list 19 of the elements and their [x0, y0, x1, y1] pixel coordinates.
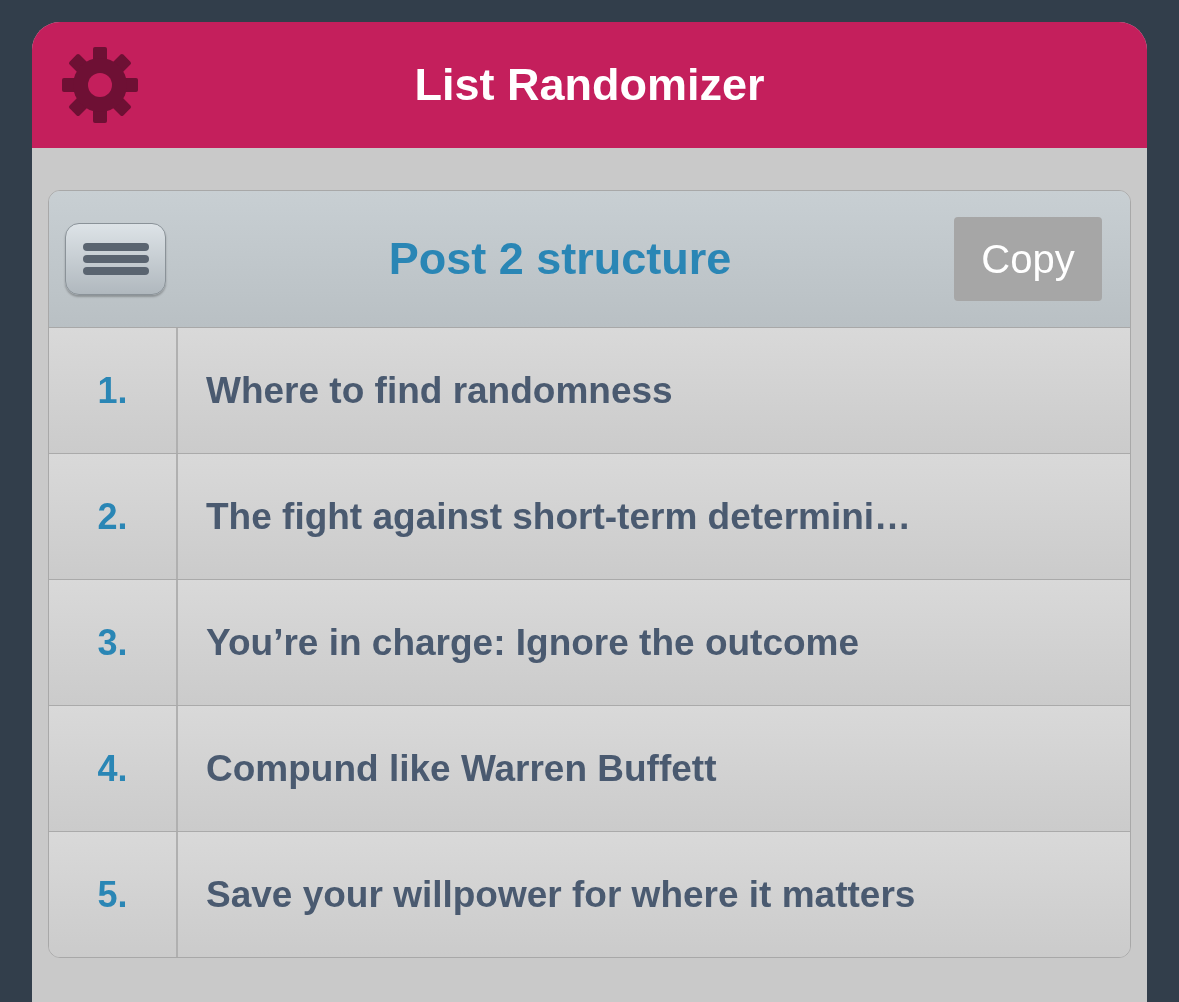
item-text: The fight against short-term determini… — [206, 495, 912, 538]
item-number: 2. — [97, 495, 128, 538]
item-number: 5. — [97, 873, 128, 916]
menu-button[interactable] — [65, 223, 166, 295]
list-title: Post 2 structure — [387, 233, 733, 285]
list-row[interactable]: 1. Where to find randomness — [49, 328, 1130, 454]
item-text: Save your willpower for where it matters — [206, 873, 916, 916]
list-row[interactable]: 3. You’re in charge: Ignore the outcome — [49, 580, 1130, 706]
item-number: 1. — [97, 369, 128, 412]
item-number: 3. — [97, 621, 128, 664]
list-row[interactable]: 4. Compund like Warren Buffett — [49, 706, 1130, 832]
list-row[interactable]: 5. Save your willpower for where it matters — [49, 832, 1130, 957]
item-number: 4. — [97, 747, 128, 790]
item-text: You’re in charge: Ignore the outcome — [206, 621, 860, 664]
item-text: Compund like Warren Buffett — [206, 747, 717, 790]
item-text: Where to find randomness — [206, 369, 673, 412]
copy-button[interactable]: Copy — [954, 217, 1102, 301]
app-title: List Randomizer — [414, 59, 765, 111]
list-row[interactable]: 2. The fight against short-term determini… — [49, 454, 1130, 580]
